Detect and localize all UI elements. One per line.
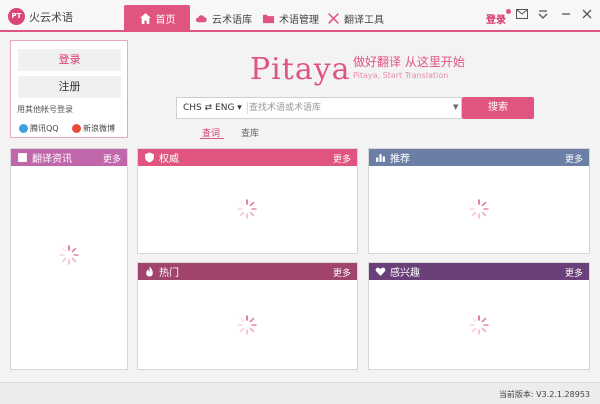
app-logo: PT <box>8 8 25 25</box>
home-icon <box>139 13 151 24</box>
more-link[interactable]: 更多 <box>565 266 583 279</box>
cloud-icon <box>195 15 207 23</box>
brand-logo: Pitaya <box>250 52 351 87</box>
panel-header: 热门 更多 <box>138 263 357 280</box>
tab-home-label: 首页 <box>155 15 176 26</box>
more-link[interactable]: 更多 <box>333 266 351 279</box>
weibo-login-link[interactable]: 新浪微博 <box>72 123 115 134</box>
search-dropdown-icon[interactable]: ▼ <box>453 103 458 111</box>
top-login-link[interactable]: 登录 <box>486 11 506 26</box>
panel-title: 推荐 <box>390 154 410 165</box>
news-icon <box>18 153 27 162</box>
panel-recommend: 推荐 更多 <box>368 148 590 254</box>
menu-dropdown-icon[interactable] <box>535 8 551 24</box>
language-pair-select[interactable]: CHS ⇄ ENG ▾ <box>183 103 242 113</box>
sub-slogan: Pitaya, Start Translation <box>353 71 449 80</box>
panel-hot: 热门 更多 <box>137 262 358 370</box>
panel-title: 感兴趣 <box>390 268 420 279</box>
flame-icon <box>146 266 153 277</box>
tab-tools-label: 翻译工具 <box>344 15 384 26</box>
more-link[interactable]: 更多 <box>565 152 583 165</box>
login-panel: 登录 注册 用其他帐号登录 腾讯QQ 新浪微博 <box>10 40 128 138</box>
tab-home[interactable]: 首页 <box>124 5 190 32</box>
panel-header: 权威 更多 <box>138 149 357 166</box>
panel-interest: 感兴趣 更多 <box>368 262 590 370</box>
panel-header: 感兴趣 更多 <box>369 263 589 280</box>
tab-term-label: 术语管理 <box>279 15 319 26</box>
loading-spinner-icon <box>237 199 257 219</box>
more-link[interactable]: 更多 <box>103 152 121 165</box>
slogan: 做好翻译 从这里开始 <box>353 55 465 69</box>
close-glyph <box>582 9 592 19</box>
notification-dot <box>506 9 511 14</box>
panel-header: 翻译资讯 更多 <box>11 149 127 166</box>
panel-authority: 权威 更多 <box>137 148 358 254</box>
chevron-down-icon <box>538 10 548 19</box>
search-divider <box>247 102 248 114</box>
minimize-glyph <box>562 13 570 15</box>
folder-icon <box>262 14 275 24</box>
qq-label: 腾讯QQ <box>30 124 59 133</box>
mail-icon[interactable] <box>514 8 530 24</box>
tab-term-management[interactable]: 术语管理 <box>262 5 319 32</box>
qq-icon <box>19 124 28 133</box>
login-button[interactable]: 登录 <box>18 49 121 71</box>
loading-spinner-icon <box>59 245 79 265</box>
search-bar: CHS ⇄ ENG ▾ ▼ <box>176 97 462 119</box>
loading-spinner-icon <box>469 199 489 219</box>
tab-translation-tools[interactable]: 翻译工具 <box>327 5 384 32</box>
tab-cloud-term-library[interactable]: 云术语库 <box>195 5 252 32</box>
panel-translation-news: 翻译资讯 更多 <box>10 148 128 370</box>
other-login-label: 用其他帐号登录 <box>17 105 73 114</box>
panel-title: 权威 <box>159 154 179 165</box>
loading-spinner-icon <box>469 315 489 335</box>
app-name: 火云术语 <box>29 11 73 24</box>
mail-glyph <box>516 9 528 19</box>
search-button[interactable]: 搜索 <box>462 97 534 119</box>
more-link[interactable]: 更多 <box>333 152 351 165</box>
minimize-icon[interactable] <box>558 8 574 24</box>
heart-icon <box>375 267 386 276</box>
title-bar: PT 火云术语 首页 云术语库 术语管理 翻译工具 登录 <box>0 0 600 32</box>
panel-header: 推荐 更多 <box>369 149 589 166</box>
version-label: 当前版本: V3.2.1.28953 <box>498 390 590 399</box>
mode-tab-underline <box>200 138 224 139</box>
panel-title: 翻译资讯 <box>32 154 72 165</box>
qq-login-link[interactable]: 腾讯QQ <box>19 123 59 134</box>
register-button[interactable]: 注册 <box>18 76 121 98</box>
mode-tab-library[interactable]: 查库 <box>241 126 259 139</box>
shield-icon <box>145 152 154 163</box>
search-input[interactable] <box>249 98 449 118</box>
panel-title: 热门 <box>159 268 179 279</box>
close-icon[interactable] <box>579 8 595 24</box>
chart-bars-icon <box>376 154 385 162</box>
weibo-label: 新浪微博 <box>83 124 115 133</box>
weibo-icon <box>72 124 81 133</box>
status-bar: 当前版本: V3.2.1.28953 <box>0 382 600 404</box>
loading-spinner-icon <box>237 315 257 335</box>
tools-icon <box>328 13 339 24</box>
tab-cloud-label: 云术语库 <box>212 15 252 26</box>
